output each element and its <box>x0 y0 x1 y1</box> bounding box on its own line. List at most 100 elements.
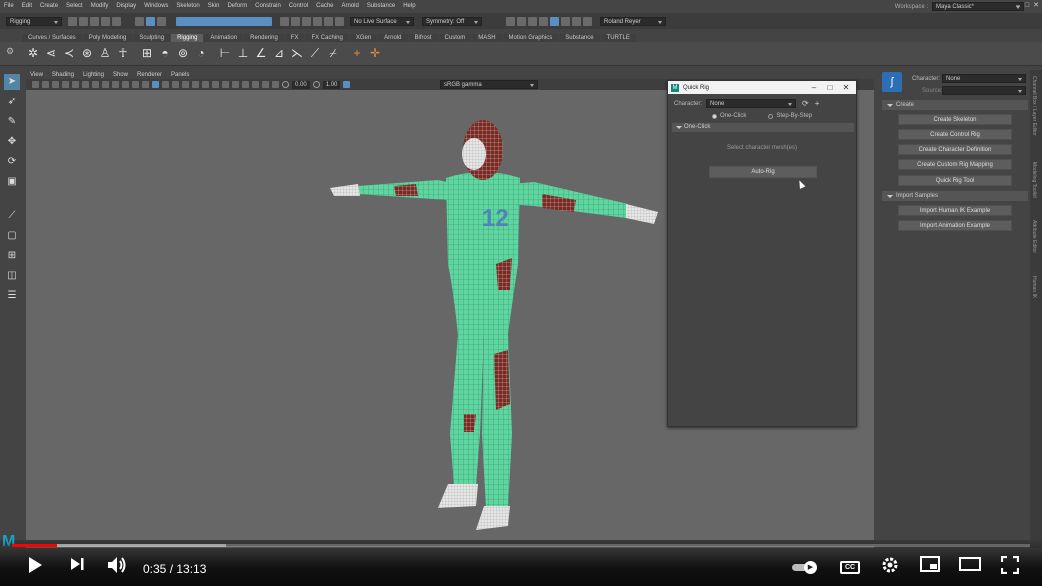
exposure-field[interactable]: 0.00 <box>292 80 310 89</box>
tab-fx-caching[interactable]: FX Caching <box>305 34 349 42</box>
wireframe-icon[interactable] <box>142 81 149 88</box>
character-dropdown[interactable]: None <box>706 99 797 108</box>
workspace-dropdown[interactable]: Maya Classic* <box>932 2 1024 11</box>
import-samples-section-header[interactable]: Import Samples <box>882 191 1028 201</box>
isolate-select-icon[interactable] <box>242 81 249 88</box>
one-click-radio[interactable] <box>712 113 717 119</box>
symmetry-dropdown[interactable]: Symmetry: Off <box>422 16 482 26</box>
wrap-icon[interactable]: ⊚ <box>176 46 190 60</box>
menu-constrain[interactable]: Constrain <box>255 3 281 9</box>
camera-attributes-icon[interactable] <box>42 81 49 88</box>
hypershade-icon[interactable] <box>550 16 559 26</box>
move-tool-icon[interactable]: ✥ <box>4 134 20 150</box>
sculpt-deformer-icon[interactable]: ◔ <box>194 46 208 60</box>
xray-components-icon[interactable] <box>272 81 279 88</box>
exposure-icon[interactable] <box>282 81 289 88</box>
paint-select-icon[interactable]: ✎ <box>4 114 20 130</box>
viewport-menu-panels[interactable]: Panels <box>171 72 189 78</box>
tab-attribute-editor[interactable]: Attribute Editor <box>1031 220 1037 253</box>
menu-windows[interactable]: Windows <box>144 3 168 9</box>
xray-icon[interactable] <box>252 81 259 88</box>
wireframe-on-shaded-icon[interactable] <box>162 81 169 88</box>
human-ik-logo-icon[interactable]: ʃ <box>882 72 902 92</box>
outliner-layout-icon[interactable]: ☰ <box>4 288 20 304</box>
menu-display[interactable]: Display <box>116 3 136 9</box>
tab-fx[interactable]: FX <box>284 34 305 42</box>
maximize-icon[interactable]: □ <box>822 81 838 94</box>
snap-surface-icon[interactable] <box>324 16 333 26</box>
tab-poly-modeling[interactable]: Poly Modeling <box>82 34 133 42</box>
lights-icon[interactable] <box>182 81 189 88</box>
field-chart-icon[interactable] <box>112 81 119 88</box>
menu-arnold[interactable]: Arnold <box>342 3 359 9</box>
next-icon[interactable] <box>66 556 88 578</box>
menu-control[interactable]: Control <box>289 3 308 9</box>
ambient-occlusion-icon[interactable] <box>202 81 209 88</box>
menu-modify[interactable]: Modify <box>91 3 109 9</box>
menu-substance[interactable]: Substance <box>367 3 395 9</box>
anti-alias-icon[interactable] <box>222 81 229 88</box>
add-influence-icon[interactable]: + <box>350 46 364 60</box>
render-view-icon[interactable] <box>506 16 515 26</box>
parent-constraint-icon[interactable]: ⋋ <box>290 46 304 60</box>
remove-influence-icon[interactable]: ✛ <box>368 46 382 60</box>
tab-motion-graphics[interactable]: Motion Graphics <box>502 34 559 42</box>
tab-human-ik[interactable]: Human IK <box>1031 276 1037 298</box>
tab-modeling-toolkit[interactable]: Modeling Toolkit <box>1031 162 1037 198</box>
depth-of-field-icon[interactable] <box>232 81 239 88</box>
last-tool-icon[interactable]: ⟋ <box>4 208 20 224</box>
render-frame-icon[interactable] <box>517 16 526 26</box>
motion-blur-icon[interactable] <box>212 81 219 88</box>
render-sequence-icon[interactable] <box>572 16 581 26</box>
grid-icon[interactable] <box>72 81 79 88</box>
arnold-render-icon[interactable] <box>561 16 570 26</box>
select-tool-icon[interactable]: ➤ <box>4 74 20 90</box>
quick-rig-tool-button[interactable]: Quick Rig Tool <box>898 175 1012 186</box>
one-click-section-header[interactable]: One-Click <box>672 123 854 132</box>
menu-set-dropdown[interactable]: Rigging <box>6 16 62 26</box>
locator-icon[interactable]: ⊢ <box>218 46 232 60</box>
minimize-icon[interactable]: – <box>1014 1 1022 10</box>
snap-point-icon[interactable] <box>302 16 311 26</box>
close-icon[interactable]: ✕ <box>838 81 854 94</box>
add-character-icon[interactable]: + <box>815 99 820 108</box>
autoplay-toggle[interactable]: ▶ <box>792 561 818 574</box>
viewport-menu-show[interactable]: Show <box>113 72 128 78</box>
viewport-menu-lighting[interactable]: Lighting <box>83 72 104 78</box>
tab-bifrost[interactable]: Bifrost <box>408 34 438 42</box>
step-by-step-radio[interactable] <box>768 113 774 119</box>
aim-constraint-icon[interactable]: ∠ <box>254 46 268 60</box>
two-view-icon[interactable]: ◫ <box>4 268 20 284</box>
auto-rig-button[interactable]: Auto-Rig <box>709 166 817 178</box>
tab-mash[interactable]: MASH <box>472 34 502 42</box>
orient-constraint-icon[interactable]: ⊿ <box>272 46 286 60</box>
viewport-menu-shading[interactable]: Shading <box>52 72 74 78</box>
create-character-definition-button[interactable]: Create Character Definition <box>898 144 1012 155</box>
selection-mask-icon[interactable] <box>176 16 272 26</box>
smooth-shade-icon[interactable] <box>152 81 159 88</box>
theater-icon[interactable] <box>959 556 981 578</box>
create-custom-rig-mapping-button[interactable]: Create Custom Rig Mapping <box>898 159 1012 170</box>
menu-help[interactable]: Help <box>403 3 415 9</box>
hik-character-dropdown[interactable]: None <box>942 74 1026 83</box>
scale-tool-icon[interactable]: ▣ <box>4 174 20 190</box>
miniplayer-icon[interactable] <box>919 556 941 578</box>
gamma-icon[interactable] <box>312 81 320 88</box>
viewport-menu-view[interactable]: View <box>30 72 43 78</box>
color-management-icon[interactable] <box>343 81 351 88</box>
select-object-icon[interactable] <box>146 16 155 26</box>
viewport-menu-renderer[interactable]: Renderer <box>137 72 162 78</box>
menu-file[interactable]: File <box>4 3 14 9</box>
shadows-icon[interactable] <box>192 81 199 88</box>
menu-skin[interactable]: Skin <box>208 3 220 9</box>
ik-handle-icon[interactable]: ⋖ <box>44 46 58 60</box>
play-icon[interactable] <box>24 556 46 578</box>
cluster-icon[interactable]: ◓ <box>158 46 172 60</box>
menu-select[interactable]: Select <box>66 3 83 9</box>
tab-sculpting[interactable]: Sculpting <box>133 34 171 42</box>
volume-icon[interactable] <box>106 556 128 578</box>
bind-skin-icon[interactable]: ⊛ <box>80 46 94 60</box>
film-gate-icon[interactable] <box>82 81 89 88</box>
refresh-icon[interactable]: ⟳ <box>802 99 809 108</box>
humanik-icon[interactable]: ☥ <box>116 46 130 60</box>
